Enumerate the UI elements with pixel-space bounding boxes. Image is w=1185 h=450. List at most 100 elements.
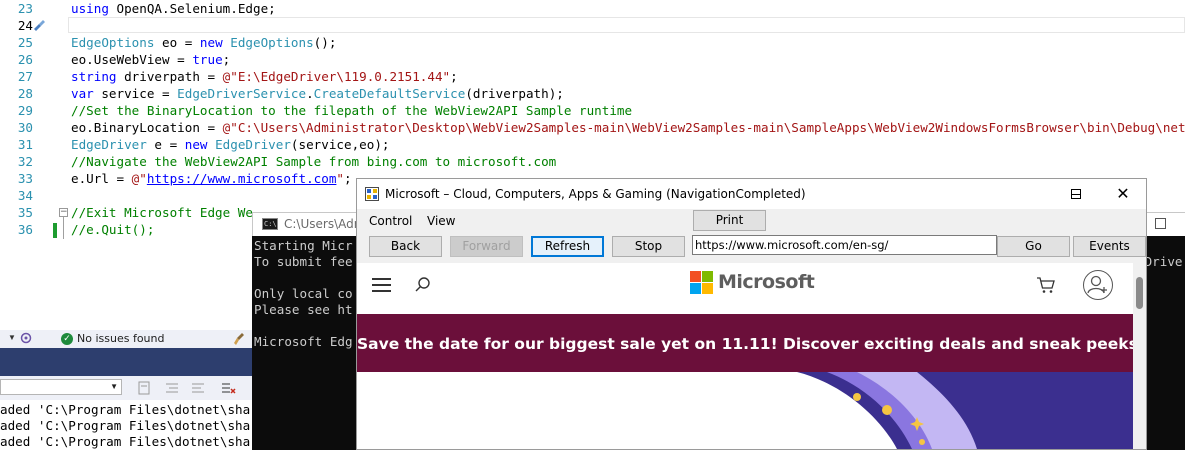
maximize-icon[interactable]	[1155, 218, 1166, 229]
code-line[interactable]: 29 //Set the BinaryLocation to the filepa…	[0, 102, 1185, 119]
code-token: ;	[222, 52, 231, 67]
code-line[interactable]: 26 eo.UseWebView = true;	[0, 51, 1185, 68]
dropdown-chevron-icon[interactable]: ▼	[8, 333, 16, 342]
code-token: e =	[146, 137, 185, 152]
webview2-browser-window[interactable]: Microsoft – Cloud, Computers, Apps & Gam…	[356, 178, 1147, 450]
line-number: 36	[17, 222, 33, 237]
code-token: eo =	[154, 35, 200, 50]
code-line[interactable]: 27 string driverpath = @"E:\EdgeDriver\11…	[0, 68, 1185, 85]
broom-icon[interactable]	[233, 332, 247, 346]
line-number: 34	[17, 188, 33, 203]
code-text: EdgeOptions eo = new EdgeOptions();	[71, 34, 336, 51]
shopping-cart-icon[interactable]	[1036, 276, 1056, 294]
hamburger-menu-icon[interactable]	[372, 278, 391, 292]
browser-titlebar[interactable]: Microsoft – Cloud, Computers, Apps & Gam…	[357, 179, 1146, 209]
check-circle-icon: ✓	[61, 333, 73, 345]
code-token: driverpath =	[116, 69, 223, 84]
code-token: eo.UseWebView =	[71, 52, 193, 67]
line-number: 33	[17, 171, 33, 186]
menu-view[interactable]: View	[427, 214, 455, 228]
code-token: true	[192, 52, 223, 67]
code-token: EdgeDriver	[215, 137, 291, 152]
change-marker	[53, 223, 57, 238]
console-line: Microsoft Edg	[254, 334, 353, 349]
collapse-toggle[interactable]: −	[59, 208, 68, 217]
close-button[interactable]: ✕	[1100, 179, 1146, 209]
webview-content[interactable]: Microsoft Save the date for our biggest …	[357, 263, 1146, 449]
code-token: ();	[313, 35, 337, 50]
code-text: //e.Quit();	[71, 221, 154, 238]
line-number: 31	[17, 137, 33, 152]
microsoft-brand-text[interactable]: Microsoft	[718, 271, 815, 293]
events-button[interactable]: Events	[1073, 236, 1146, 257]
go-to-previous-icon[interactable]	[164, 380, 180, 396]
code-line[interactable]: 31 EdgeDriver e = new EdgeDriver(service,…	[0, 136, 1185, 153]
code-text: e.Url = @"https://www.microsoft.com";	[71, 170, 352, 187]
issues-status[interactable]: No issues found	[77, 332, 164, 345]
code-cleanup-icon[interactable]	[20, 332, 32, 344]
output-window[interactable]: aded 'C:\Program Files\dotnet\shared\ ad…	[0, 400, 281, 450]
scrollbar-thumb[interactable]	[1136, 277, 1143, 309]
code-line[interactable]: 24	[0, 17, 1185, 34]
code-token: //Exit Microsoft Edge We	[71, 205, 253, 220]
code-text: //Exit Microsoft Edge We	[71, 204, 253, 221]
code-line[interactable]: 32 //Navigate the WebView2API Sample from…	[0, 153, 1185, 170]
code-token: @"E:\EdgeDriver\119.0.2151.44"	[222, 69, 451, 84]
code-token: (service,eo);	[290, 137, 390, 152]
output-toolbar: ▼	[0, 376, 255, 400]
go-button[interactable]: Go	[997, 236, 1070, 257]
menu-control[interactable]: Control	[369, 214, 412, 228]
line-number: 32	[17, 154, 33, 169]
line-number: 30	[17, 120, 33, 135]
code-token: CreateDefaultService	[313, 86, 466, 101]
quick-action-brush-icon[interactable]	[32, 19, 46, 31]
console-line: To submit fee	[254, 254, 353, 269]
code-token[interactable]: https://www.microsoft.com	[147, 171, 337, 186]
chevron-down-icon: ▼	[110, 382, 118, 391]
line-number: 29	[17, 103, 33, 118]
code-line[interactable]: 23 using OpenQA.Selenium.Edge;	[0, 0, 1185, 17]
code-token: OpenQA.Selenium.Edge;	[116, 1, 276, 16]
code-token: @"	[131, 171, 147, 186]
go-to-next-icon[interactable]	[190, 380, 206, 396]
print-button[interactable]: Print	[693, 210, 766, 231]
refresh-button[interactable]: Refresh	[531, 236, 604, 257]
editor-status-bar: ▼ ✓ No issues found	[0, 330, 255, 348]
code-line[interactable]: 30 eo.BinaryLocation = @"C:\Users\Adminis…	[0, 119, 1185, 136]
code-token: //e.Quit();	[71, 222, 155, 237]
code-token: "	[336, 171, 344, 186]
code-text: EdgeDriver e = new EdgeDriver(service,eo…	[71, 136, 390, 153]
code-token: string	[71, 69, 117, 84]
maximize-button[interactable]	[1054, 179, 1100, 209]
code-line[interactable]: 25 EdgeOptions eo = new EdgeOptions();	[0, 34, 1185, 51]
address-input[interactable]: https://www.microsoft.com/en-sg/	[692, 235, 997, 255]
code-line[interactable]: 28 var service = EdgeDriverService.Create…	[0, 85, 1185, 102]
line-number: 27	[17, 69, 33, 84]
code-text: eo.BinaryLocation = @"C:\Users\Administr…	[71, 119, 1185, 136]
code-token: EdgeDriverService	[177, 86, 307, 101]
stop-button[interactable]: Stop	[612, 236, 685, 257]
output-source-select[interactable]: ▼	[0, 379, 122, 395]
code-token: EdgeOptions	[71, 35, 155, 50]
fold-guide	[63, 217, 64, 239]
clear-all-icon[interactable]	[220, 380, 236, 396]
microsoft-logo-icon[interactable]	[690, 271, 713, 294]
promo-banner[interactable]: Save the date for our biggest sale yet o…	[357, 314, 1138, 372]
account-avatar-icon[interactable]	[1083, 270, 1113, 300]
code-text: string driverpath = @"E:\EdgeDriver\119.…	[71, 68, 458, 85]
search-icon[interactable]	[414, 276, 432, 294]
code-token: @"C:\Users\Administrator\Desktop\WebView…	[222, 120, 1185, 135]
console-title: C:\Users\Adm	[284, 217, 366, 231]
code-text: //Set the BinaryLocation to the filepath…	[71, 102, 632, 119]
forward-button[interactable]: Forward	[450, 236, 523, 257]
output-line: aded 'C:\Program Files\dotnet\shared\	[0, 434, 281, 449]
code-token: service =	[93, 86, 178, 101]
vertical-scrollbar[interactable]	[1133, 263, 1146, 449]
code-token: new	[184, 137, 208, 152]
code-text: //Navigate the WebView2API Sample from b…	[71, 153, 556, 170]
find-message-icon[interactable]	[136, 380, 152, 396]
line-number: 23	[17, 1, 33, 16]
back-button[interactable]: Back	[369, 236, 442, 257]
console-app-icon: C:\	[262, 218, 278, 230]
code-token: using	[71, 1, 109, 16]
